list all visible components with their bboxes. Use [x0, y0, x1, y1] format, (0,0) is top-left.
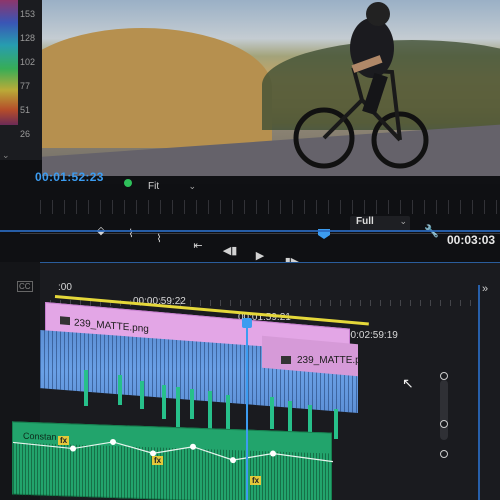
scope-value: 102: [20, 57, 36, 67]
timeline-panel-border-right: [478, 285, 480, 500]
scope-value: 77: [20, 81, 31, 91]
fx-badge-icon[interactable]: fx: [250, 476, 262, 485]
mark-out-icon[interactable]: ⌇: [151, 231, 167, 247]
audio-clip-segment[interactable]: [118, 375, 122, 405]
image-clip-icon: [60, 316, 70, 326]
zoom-handle-icon[interactable]: [440, 372, 448, 380]
audio-clip-segment[interactable]: [162, 385, 166, 419]
resolution-label: Full: [356, 216, 374, 227]
chevron-down-icon: ⌄: [399, 216, 407, 226]
mark-in-icon[interactable]: ⌇: [123, 226, 139, 242]
zoom-fit-label: Fit: [148, 181, 160, 192]
scope-value: 128: [20, 33, 36, 43]
audio-clip-segment[interactable]: [334, 409, 338, 439]
audio-clip-segment[interactable]: [190, 389, 194, 419]
audio-clip-segment[interactable]: [84, 370, 88, 406]
audio-clip-segment[interactable]: [176, 387, 180, 427]
ruler-label: 00:02:59:19: [345, 330, 398, 341]
timeline-playhead-line[interactable]: [246, 328, 248, 500]
duration-timecode: 00:03:03: [447, 233, 496, 247]
fx-badge-icon[interactable]: fx: [58, 436, 70, 445]
image-clip-icon: [281, 356, 291, 364]
audio-clip-segment[interactable]: [226, 395, 230, 433]
audio-clip-segment[interactable]: [140, 381, 144, 409]
chevron-down-icon[interactable]: ⌄: [2, 150, 10, 161]
mouse-pointer-icon: ↖: [402, 375, 414, 391]
panel-menu-chevron-icon[interactable]: »: [482, 283, 488, 295]
video-clip-label: 239_MATTE.png: [74, 317, 149, 336]
video-frame-cyclist: [293, 2, 429, 169]
video-frame-hill: [42, 28, 272, 148]
fx-badge-icon[interactable]: fx: [152, 456, 164, 465]
scope-value: 153: [20, 9, 36, 19]
scope-value: 26: [20, 129, 31, 139]
scope-value: 51: [20, 105, 31, 115]
monitor-time-ruler[interactable]: [40, 200, 500, 214]
zoom-handle-icon[interactable]: [440, 450, 448, 458]
audio-clip-segment[interactable]: [270, 397, 274, 429]
status-dot-icon: [124, 179, 132, 187]
step-back-icon[interactable]: ◀▮: [222, 243, 238, 259]
audio-clip[interactable]: Constan: [12, 421, 333, 500]
playhead-timecode[interactable]: 00:01:52:23: [35, 170, 104, 184]
go-to-in-icon[interactable]: ⇤: [190, 238, 206, 254]
chevron-down-icon: ⌄: [188, 181, 196, 191]
zoom-handle-icon[interactable]: [440, 420, 448, 428]
scope-histogram: [0, 0, 18, 125]
lumetri-scope-panel: 153 128 102 77 51 26 ⌄: [0, 0, 42, 160]
vertical-scrollbar[interactable]: [440, 380, 448, 440]
timeline-panel-border: [0, 230, 500, 232]
captions-icon[interactable]: CC: [17, 281, 33, 292]
scope-scale: 153 128 102 77 51 26: [20, 2, 35, 146]
timeline-playhead[interactable]: [242, 318, 252, 328]
program-monitor-video: [42, 0, 500, 176]
zoom-fit-dropdown[interactable]: Fit ⌄: [140, 181, 198, 197]
ruler-label: :00: [58, 282, 72, 293]
monitor-bezel: [42, 176, 500, 184]
